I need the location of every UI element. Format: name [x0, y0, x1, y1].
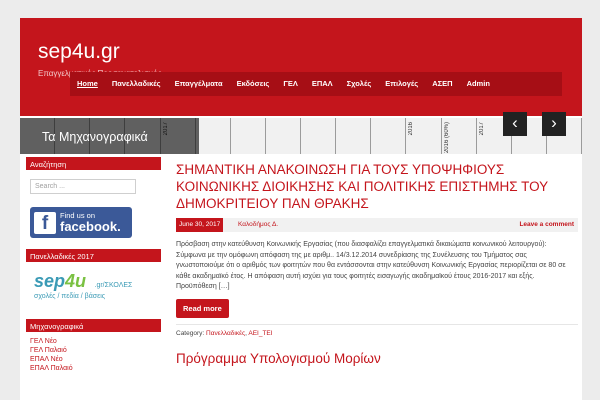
- slider-table-cell: [336, 118, 372, 154]
- post-excerpt: Πρόσβαση στην κατεύθυνση Κοινωνικής Εργα…: [176, 241, 566, 290]
- sidebar-link-epal-old[interactable]: ΕΠΑΛ Παλαιό: [30, 365, 161, 374]
- sidebar-link-gel-new[interactable]: ΓΕΛ Νέο: [30, 338, 161, 347]
- post-author[interactable]: Καλοδήμος Δ.: [238, 218, 278, 232]
- facebook-name-label: facebook.: [60, 218, 121, 234]
- slider-caption[interactable]: Τα Μηχανογραφικά: [20, 118, 199, 154]
- chevron-right-icon[interactable]: ›: [542, 112, 566, 136]
- slider-table-cell: 2016: [406, 118, 442, 154]
- main-nav: Home Πανελλαδικές Επαγγέλματα Εκδόσεις Γ…: [70, 72, 562, 96]
- nav-item-epal[interactable]: ΕΠΑΛ: [305, 72, 340, 96]
- nav-item-choices[interactable]: Επιλογές: [378, 72, 425, 96]
- chevron-left-icon[interactable]: ‹: [503, 112, 527, 136]
- post-date[interactable]: June 30, 2017: [176, 218, 224, 232]
- post-title[interactable]: ΣΗΜΑΝΤΙΚΗ ΑΝΑΚΟΙΝΩΣΗ ΓΙΑ ΤΟΥΣ ΥΠΟΨΗΦΙΟΥΣ…: [170, 157, 582, 212]
- slider-table-cell: [371, 118, 407, 154]
- search-widget-title: Αναζήτηση: [26, 157, 161, 170]
- facebook-icon: f: [34, 211, 56, 234]
- slider-table-cell: [266, 118, 301, 154]
- site-title[interactable]: sep4u.gr: [38, 40, 120, 64]
- slider-table-cell: [231, 118, 266, 154]
- nav-item-schools[interactable]: Σχολές: [340, 72, 379, 96]
- leave-comment-link[interactable]: Leave a comment: [519, 218, 574, 232]
- slider-table-cell: 2016 (60%): [442, 118, 477, 154]
- post-title[interactable]: Πρόγραμμα Υπολογισμού Μορίων: [170, 337, 582, 366]
- slider-table-cell: [301, 118, 337, 154]
- mechanographic-widget-title: Μηχανογραφικά: [26, 319, 161, 332]
- category-link-aei-tei[interactable]: ΑΕΙ_ΤΕΙ: [248, 330, 272, 337]
- sep4u-logo-sub: .gr/ΣΚΟΛΕΣ: [94, 282, 133, 289]
- sidebar: Αναζήτηση Search ... f Find us on facebo…: [26, 157, 161, 374]
- post-meta: June 30, 2017 Καλοδήμος Δ. Leave a comme…: [176, 218, 578, 232]
- nav-item-gel[interactable]: ΓΕΛ: [276, 72, 305, 96]
- nav-item-publications[interactable]: Εκδόσεις: [230, 72, 277, 96]
- slider-table-cell: [196, 118, 231, 154]
- panhellenic-widget-title: Πανελλαδικές 2017: [26, 249, 161, 262]
- search-input[interactable]: Search ...: [30, 179, 136, 194]
- site-header: sep4u.gr Επαγγελματικός Προσανατολισμός …: [20, 18, 582, 116]
- facebook-text: Find us on facebook.: [60, 212, 121, 233]
- sidebar-link-epal-new[interactable]: ΕΠΑΛ Νέο: [30, 356, 161, 365]
- nav-item-panhellenic[interactable]: Πανελλαδικές: [105, 72, 168, 96]
- nav-item-admin[interactable]: Admin: [460, 72, 497, 96]
- sidebar-link-gel-old[interactable]: ΓΕΛ Παλαιό: [30, 347, 161, 356]
- nav-item-asep[interactable]: ΑΣΕΠ: [425, 72, 459, 96]
- main-content: ΣΗΜΑΝΤΙΚΗ ΑΝΑΚΟΙΝΩΣΗ ΓΙΑ ΤΟΥΣ ΥΠΟΨΗΦΙΟΥΣ…: [170, 157, 582, 366]
- post-categories: Category: Πανελλαδικές, ΑΕΙ_ΤΕΙ: [176, 323, 578, 337]
- nav-item-professions[interactable]: Επαγγέλματα: [168, 72, 230, 96]
- sep4u-schools-logo[interactable]: sep4u .gr/ΣΚΟΛΕΣ σχολές / πεδία / βάσεις: [34, 271, 161, 313]
- nav-item-home[interactable]: Home: [70, 72, 105, 96]
- page-wrapper: sep4u.gr Επαγγελματικός Προσανατολισμός …: [20, 18, 582, 400]
- sep4u-tagline: σχολές / πεδία / βάσεις: [34, 293, 106, 300]
- category-label: Category:: [176, 329, 205, 337]
- read-more-button[interactable]: Read more: [176, 298, 229, 318]
- sep4u-logo-main: sep4u: [34, 271, 87, 291]
- facebook-badge[interactable]: f Find us on facebook.: [30, 207, 132, 238]
- mechanographic-links: ΓΕΛ Νέο ΓΕΛ Παλαιό ΕΠΑΛ Νέο ΕΠΑΛ Παλαιό: [30, 338, 161, 374]
- category-link-panhellenic[interactable]: Πανελλαδικές: [206, 330, 245, 337]
- category-separator: ,: [245, 329, 247, 337]
